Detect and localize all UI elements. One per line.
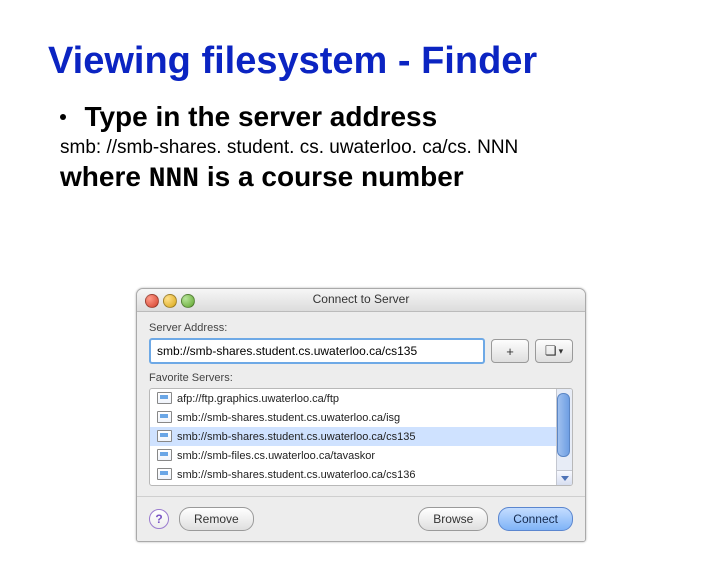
list-item-label: smb://smb-shares.student.cs.uwaterloo.ca…	[177, 469, 415, 481]
where-prefix: where	[60, 161, 149, 192]
scrollbar-thumb[interactable]	[557, 393, 570, 457]
connect-to-server-dialog: Connect to Server Server Address: + ❏▾ F…	[136, 288, 586, 542]
add-favorite-button[interactable]: +	[491, 339, 529, 363]
list-item[interactable]: smb://smb-shares.student.cs.uwaterloo.ca…	[150, 427, 557, 446]
history-button[interactable]: ❏▾	[535, 339, 573, 363]
list-item-label: smb://smb-files.cs.uwaterloo.ca/tavaskor	[177, 450, 375, 462]
where-line: where NNN is a course number	[60, 161, 720, 195]
bullet-text: Type in the server address	[84, 101, 437, 132]
server-icon	[156, 449, 171, 463]
list-item[interactable]: afp://ftp.graphics.uwaterloo.ca/ftp	[150, 389, 557, 408]
server-address-input[interactable]	[149, 338, 485, 364]
remove-button[interactable]: Remove	[179, 507, 254, 531]
dialog-titlebar[interactable]: Connect to Server	[137, 289, 585, 312]
scrollbar-down-button[interactable]	[557, 470, 572, 485]
chevron-down-icon	[561, 476, 569, 481]
bullet-icon	[60, 114, 66, 120]
favorites-list[interactable]: afp://ftp.graphics.uwaterloo.ca/ftp smb:/…	[150, 389, 557, 485]
list-item[interactable]: smb://smb-shares.student.cs.uwaterloo.ca…	[150, 408, 557, 427]
list-item[interactable]: smb://smb-files.cs.uwaterloo.ca/tavaskor	[150, 446, 557, 465]
bullet-row: Type in the server address	[60, 101, 720, 133]
divider	[137, 496, 585, 497]
server-icon	[156, 468, 171, 482]
list-item-label: smb://smb-shares.student.cs.uwaterloo.ca…	[177, 412, 400, 424]
list-item[interactable]: smb://smb-shares.student.cs.uwaterloo.ca…	[150, 465, 557, 484]
server-icon	[156, 392, 171, 406]
where-nnn: NNN	[149, 164, 199, 195]
list-item-label: smb://smb-shares.student.cs.uwaterloo.ca…	[177, 431, 415, 443]
list-item-label: afp://ftp.graphics.uwaterloo.ca/ftp	[177, 393, 339, 405]
favorites-label: Favorite Servers:	[149, 372, 573, 384]
where-suffix: is a course number	[199, 161, 464, 192]
server-icon	[156, 411, 171, 425]
scrollbar[interactable]	[556, 389, 572, 485]
server-address-example: smb: //smb-shares. student. cs. uwaterlo…	[60, 137, 720, 159]
server-icon	[156, 430, 171, 444]
slide-title: Viewing filesystem - Finder	[48, 40, 720, 83]
favorites-listbox: afp://ftp.graphics.uwaterloo.ca/ftp smb:/…	[149, 388, 573, 486]
connect-button[interactable]: Connect	[498, 507, 573, 531]
clock-icon: ❏	[545, 343, 557, 359]
help-button[interactable]: ?	[149, 509, 169, 529]
server-address-label: Server Address:	[149, 322, 573, 334]
dialog-title: Connect to Server	[137, 292, 585, 306]
chevron-down-icon: ▾	[559, 346, 564, 357]
browse-button[interactable]: Browse	[418, 507, 488, 531]
